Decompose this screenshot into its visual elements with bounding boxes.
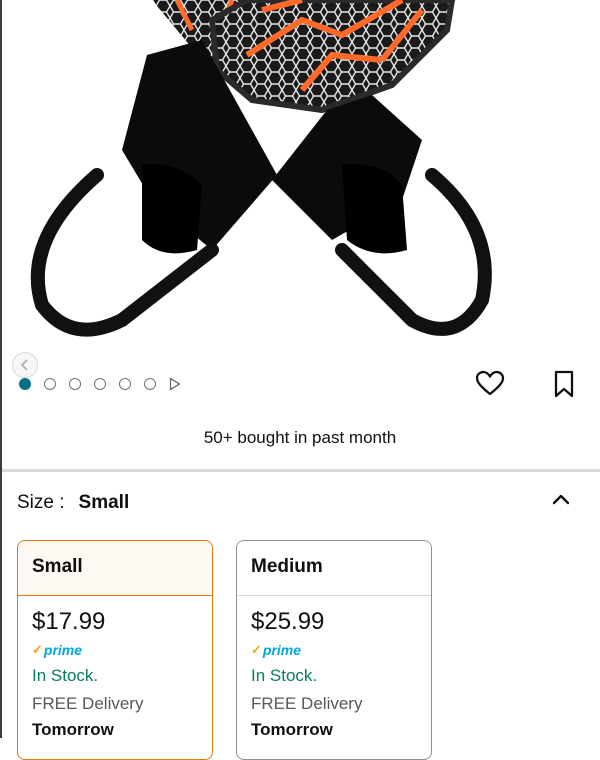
image-carousel-indicator[interactable] — [19, 377, 181, 391]
save-for-later-button[interactable] — [548, 368, 580, 400]
collapse-size-button[interactable] — [550, 489, 572, 511]
stock-status: In Stock. — [251, 666, 318, 685]
section-divider — [2, 469, 600, 472]
delivery-text: FREE Delivery — [251, 694, 363, 713]
prime-check-icon: ✓ — [32, 642, 43, 657]
size-label: Size : — [17, 492, 65, 513]
stock-status: In Stock. — [32, 666, 99, 685]
chevron-left-icon — [20, 359, 28, 371]
delivery-date: Tomorrow — [251, 720, 333, 739]
prime-badge: ✓ prime — [32, 642, 83, 658]
size-option-price: $25.99 — [251, 608, 325, 635]
carousel-dot-6[interactable] — [144, 378, 156, 390]
carousel-dot-4[interactable] — [94, 378, 106, 390]
prime-badge: ✓ prime — [251, 642, 302, 658]
size-option-price: $17.99 — [32, 608, 106, 635]
chevron-up-icon — [552, 494, 570, 505]
carousel-dot-5[interactable] — [119, 378, 131, 390]
size-option-name: Small — [18, 541, 212, 596]
prime-check-icon: ✓ — [251, 642, 262, 657]
video-play-icon[interactable] — [169, 377, 181, 391]
size-selector-header[interactable]: Size : Small — [17, 492, 129, 514]
bought-in-past-month: 50+ bought in past month — [203, 428, 397, 447]
carousel-dot-2[interactable] — [44, 378, 56, 390]
delivery-text: FREE Delivery — [32, 694, 144, 713]
size-option-medium[interactable]: Medium $25.99 ✓ prime In Stock. FREE Deli… — [236, 540, 432, 760]
carousel-dot-3[interactable] — [69, 378, 81, 390]
bookmark-icon — [554, 370, 574, 398]
selected-size: Small — [78, 492, 130, 513]
size-option-name: Medium — [237, 541, 431, 596]
product-image[interactable] — [2, 0, 600, 350]
delivery-date: Tomorrow — [32, 720, 114, 739]
carousel-dot-1[interactable] — [19, 378, 31, 390]
heart-icon — [475, 370, 505, 396]
size-option-small[interactable]: Small $17.99 ✓ prime In Stock. FREE Deliv… — [17, 540, 213, 760]
image-prev-button[interactable] — [12, 352, 38, 378]
add-to-wishlist-button[interactable] — [474, 368, 506, 400]
